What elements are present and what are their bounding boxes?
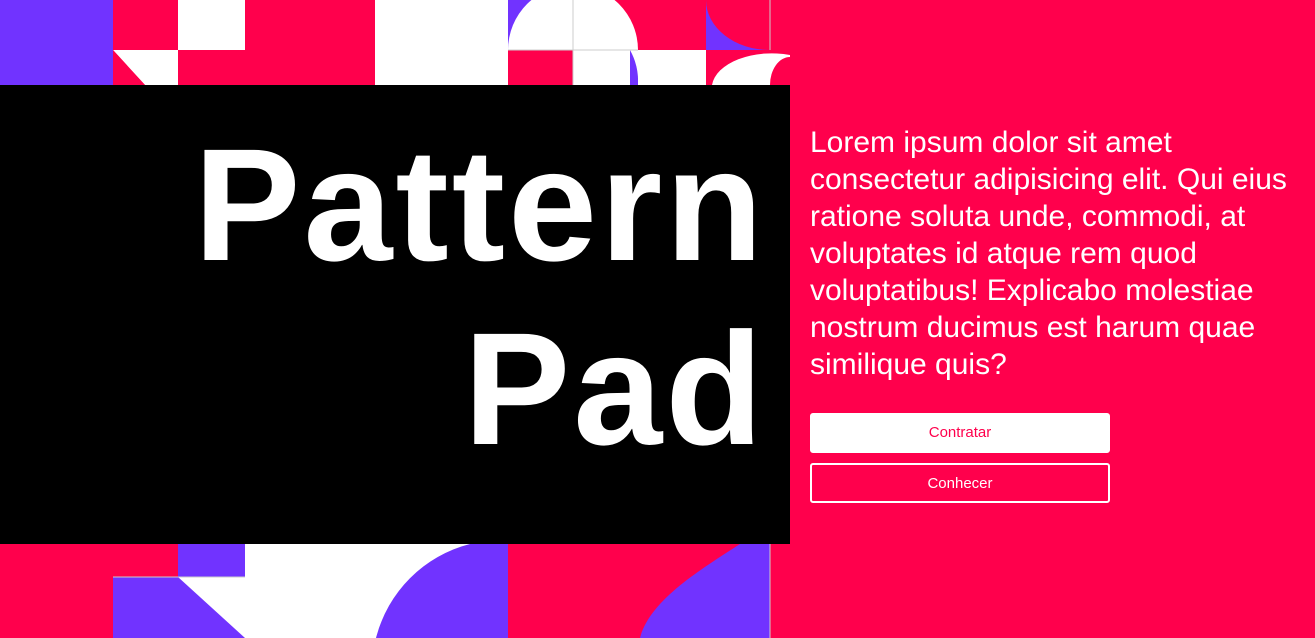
contratar-button[interactable]: Contratar bbox=[810, 413, 1110, 453]
hero-panel: Pattern Pad bbox=[0, 85, 790, 544]
description-text: Lorem ipsum dolor sit amet consectetur a… bbox=[810, 126, 1287, 381]
title-line-pad: Pad bbox=[463, 299, 766, 478]
content-panel: Lorem ipsum dolor sit amet consectetur a… bbox=[810, 124, 1310, 503]
title-line-pattern: Pattern bbox=[193, 115, 766, 294]
page-title: Pattern Pad bbox=[194, 113, 766, 481]
conhecer-button[interactable]: Conhecer bbox=[810, 463, 1110, 503]
